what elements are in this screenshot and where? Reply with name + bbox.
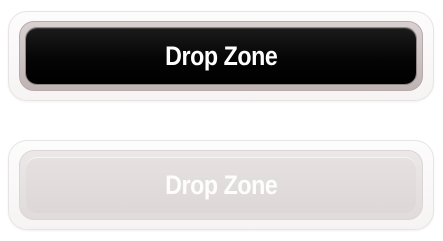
- drop-zone-active-label: Drop Zone: [164, 40, 278, 71]
- drop-zone-states: Drop Zone Drop Zone: [0, 0, 443, 241]
- drop-zone-active[interactable]: Drop Zone: [8, 11, 434, 101]
- drop-zone-disabled-ring: Drop Zone: [19, 150, 423, 220]
- drop-zone-disabled-face: Drop Zone: [26, 157, 416, 213]
- drop-zone-disabled: Drop Zone: [8, 140, 434, 230]
- drop-zone-disabled-label: Drop Zone: [164, 169, 278, 200]
- drop-zone-active-face[interactable]: Drop Zone: [26, 28, 416, 84]
- drop-zone-active-ring: Drop Zone: [19, 21, 423, 91]
